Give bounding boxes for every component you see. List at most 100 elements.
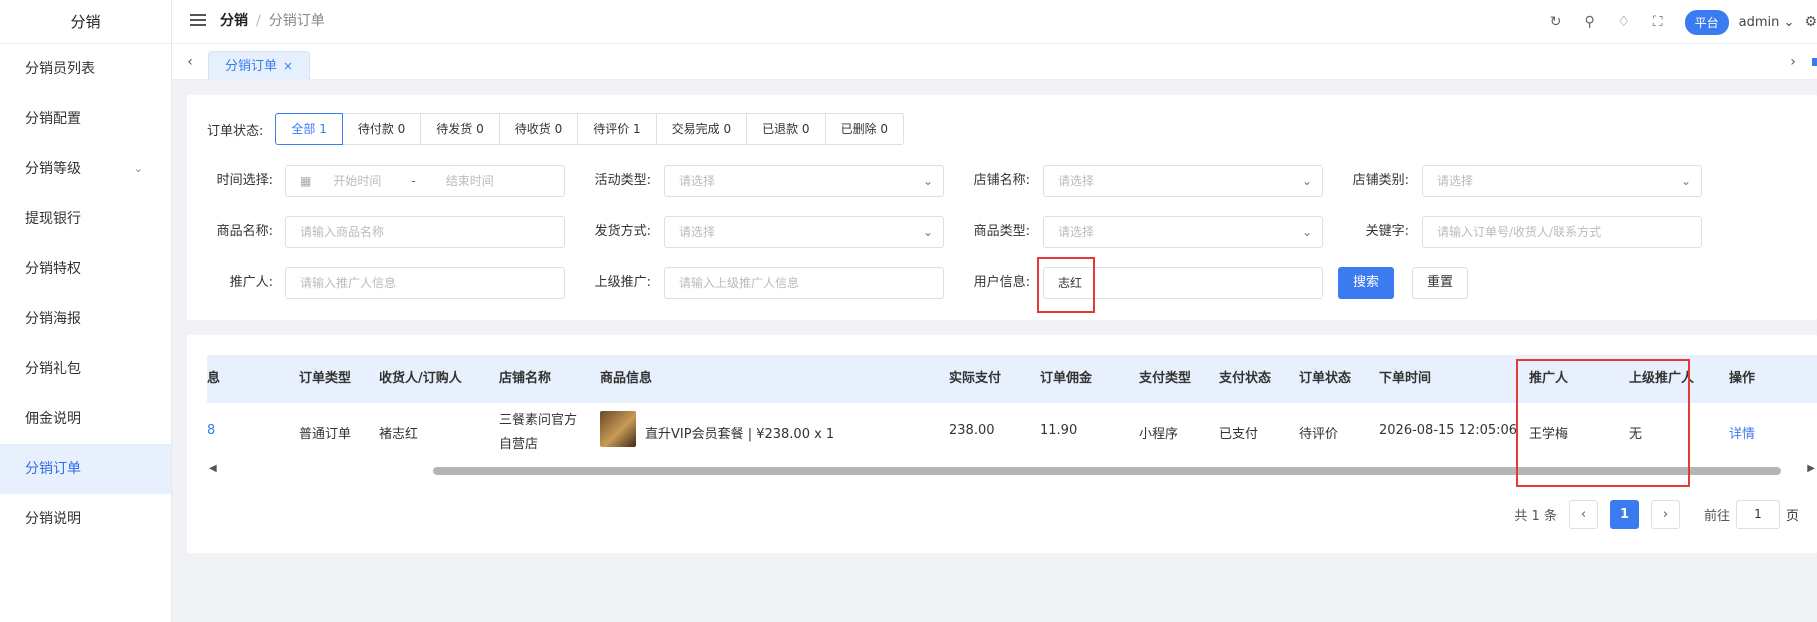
order-number-cell[interactable]: 8 bbox=[207, 423, 215, 438]
next-page-button[interactable]: › bbox=[1650, 500, 1680, 529]
shipping-method-label: 发货方式: bbox=[594, 224, 651, 239]
sidebar-item-distributor-list[interactable]: 分销员列表 bbox=[0, 44, 171, 94]
column-header: 支付类型 bbox=[1139, 371, 1192, 386]
sidebar-item-poster[interactable]: 分销海报 bbox=[0, 294, 171, 344]
column-header: 订单状态 bbox=[1299, 371, 1352, 386]
search-button[interactable]: 搜索 bbox=[1338, 267, 1394, 299]
breadcrumb-separator: / bbox=[256, 13, 261, 29]
scroll-right-icon[interactable]: ▶ bbox=[1807, 463, 1815, 474]
highlight-box bbox=[1516, 359, 1690, 487]
filter-panel: 订单状态: 全部 1 待付款 0 待发货 0 待收货 0 待评价 1 交易完成 … bbox=[187, 95, 1817, 320]
keyword-label: 关键字: bbox=[1365, 224, 1409, 239]
date-range-picker[interactable]: ▦ 开始时间 - 结束时间 bbox=[285, 165, 565, 197]
upper-promoter-input[interactable]: 请输入上级推广人信息 bbox=[664, 267, 944, 299]
product-name-input[interactable]: 请输入商品名称 bbox=[285, 216, 565, 248]
status-option-completed[interactable]: 交易完成 0 bbox=[656, 113, 748, 145]
order-type-cell: 普通订单 bbox=[299, 427, 352, 442]
chevron-left-icon: ‹ bbox=[1580, 507, 1587, 522]
chevron-left-icon[interactable]: ‹ bbox=[180, 44, 200, 80]
sidebar-item-gift[interactable]: 分销礼包 bbox=[0, 344, 171, 394]
pay-status-cell: 已支付 bbox=[1219, 427, 1259, 442]
status-option-refunded[interactable]: 已退款 0 bbox=[747, 113, 826, 145]
column-header: 收货人/订购人 bbox=[379, 371, 462, 386]
chevron-right-icon[interactable]: › bbox=[1783, 44, 1803, 80]
goto-label: 前往 bbox=[1703, 509, 1730, 524]
tab-distribution-orders[interactable]: 分销订单 × bbox=[208, 51, 311, 80]
status-option-unreceived[interactable]: 待收货 0 bbox=[499, 113, 579, 145]
fullscreen-icon[interactable]: ⛶ bbox=[1641, 14, 1675, 30]
status-option-unreviewed[interactable]: 待评价 1 bbox=[578, 113, 657, 145]
user-name: admin bbox=[1738, 14, 1780, 30]
column-header: 订单类型 bbox=[299, 371, 352, 386]
sidebar-item-level[interactable]: 分销等级 ⌄ bbox=[0, 144, 171, 194]
page-unit-label: 页 bbox=[1785, 509, 1799, 524]
page-number-button[interactable]: 1 bbox=[1609, 500, 1639, 529]
refresh-icon[interactable]: ↻ bbox=[1539, 14, 1573, 30]
shop-name-select[interactable]: 请选择 ⌄ bbox=[1043, 165, 1323, 197]
reset-button[interactable]: 重置 bbox=[1412, 267, 1468, 299]
user-menu[interactable]: admin ⌄ bbox=[1739, 15, 1795, 30]
order-status-cell: 待评价 bbox=[1299, 427, 1339, 442]
sidebar-item-config[interactable]: 分销配置 bbox=[0, 94, 171, 144]
chevron-right-icon: › bbox=[1662, 507, 1669, 522]
goto-page-input[interactable]: 1 bbox=[1735, 500, 1780, 529]
close-icon[interactable]: × bbox=[283, 59, 293, 73]
shop-category-label: 店铺类别: bbox=[1352, 173, 1409, 188]
select-placeholder: 请选择 bbox=[1437, 174, 1474, 188]
sidebar-item-label: 分销员列表 bbox=[25, 61, 95, 77]
gear-icon[interactable]: ⚙ bbox=[1804, 14, 1817, 30]
platform-button[interactable]: 平台 bbox=[1684, 9, 1729, 35]
breadcrumb-item[interactable]: 分销 bbox=[220, 13, 248, 29]
calendar-icon: ▦ bbox=[300, 174, 312, 188]
top-header: 分销 / 分销订单 ↻ ⚲ ♢ ⛶ 平台 admin ⌄ ⚙ bbox=[172, 0, 1817, 44]
sidebar: 分销 分销员列表 分销配置 分销等级 ⌄ 提现银行 分销特权 分销海报 分销礼包 … bbox=[0, 0, 172, 622]
highlight-box bbox=[1037, 257, 1095, 313]
input-placeholder: 请输入订单号/收货人/联系方式 bbox=[1437, 225, 1602, 239]
keyword-input[interactable]: 请输入订单号/收货人/联系方式 bbox=[1422, 216, 1702, 248]
chevron-down-icon: ⌄ bbox=[1680, 174, 1691, 188]
status-option-unpaid[interactable]: 待付款 0 bbox=[342, 113, 422, 145]
select-placeholder: 请选择 bbox=[679, 225, 716, 239]
sidebar-item-label: 佣金说明 bbox=[25, 411, 81, 427]
status-option-unshipped[interactable]: 待发货 0 bbox=[421, 113, 500, 145]
detail-link[interactable]: 详情 bbox=[1729, 423, 1755, 442]
tabs-bar: ‹ 分销订单 × › bbox=[172, 44, 1817, 80]
scroll-left-icon[interactable]: ◀ bbox=[209, 463, 217, 474]
bell-icon[interactable]: ♢ bbox=[1607, 14, 1641, 30]
order-time-cell: 2026-08-15 12:05:06 bbox=[1379, 423, 1518, 438]
order-status-row: 订单状态: 全部 1 待付款 0 待发货 0 待收货 0 待评价 1 交易完成 … bbox=[207, 113, 905, 145]
chevron-down-icon: ⌄ bbox=[1301, 174, 1312, 188]
status-option-all[interactable]: 全部 1 bbox=[275, 113, 343, 145]
sidebar-item-distribution-desc[interactable]: 分销说明 bbox=[0, 494, 171, 544]
menu-toggle-icon[interactable] bbox=[190, 14, 206, 28]
sidebar-item-commission-desc[interactable]: 佣金说明 bbox=[0, 394, 171, 444]
search-icon[interactable]: ⚲ bbox=[1573, 14, 1607, 30]
promoter-input[interactable]: 请输入推广人信息 bbox=[285, 267, 565, 299]
filter-row: 商品名称: 请输入商品名称 发货方式: 请选择 ⌄ 商品类型: 请选择 ⌄ 关键字:… bbox=[187, 216, 1817, 250]
commission-cell: 11.90 bbox=[1040, 423, 1078, 438]
select-placeholder: 请选择 bbox=[1058, 174, 1095, 188]
sidebar-item-label: 分销配置 bbox=[25, 111, 81, 127]
input-placeholder: 请输入商品名称 bbox=[300, 225, 385, 239]
sidebar-item-privilege[interactable]: 分销特权 bbox=[0, 244, 171, 294]
column-header: 店铺名称 bbox=[499, 371, 552, 386]
orders-table-panel: 息 订单类型 收货人/订购人 店铺名称 商品信息 实际支付 订单佣金 支付类型 … bbox=[187, 335, 1817, 553]
product-type-select[interactable]: 请选择 ⌄ bbox=[1043, 216, 1323, 248]
status-option-deleted[interactable]: 已删除 0 bbox=[825, 113, 905, 145]
shipping-method-select[interactable]: 请选择 ⌄ bbox=[664, 216, 944, 248]
breadcrumb-item: 分销订单 bbox=[268, 13, 325, 29]
shop-category-select[interactable]: 请选择 ⌄ bbox=[1422, 165, 1702, 197]
select-placeholder: 请选择 bbox=[679, 174, 716, 188]
chevron-down-icon: ⌄ bbox=[922, 174, 933, 188]
sidebar-item-bank[interactable]: 提现银行 bbox=[0, 194, 171, 244]
time-label: 时间选择: bbox=[216, 173, 273, 188]
header-actions: ↻ ⚲ ♢ ⛶ 平台 admin ⌄ ⚙ bbox=[1539, 0, 1817, 44]
column-header: 实际支付 bbox=[949, 371, 1002, 386]
filter-row: 时间选择: ▦ 开始时间 - 结束时间 活动类型: 请选择 ⌄ 店铺名称: 请选择 ⌄ 店… bbox=[187, 165, 1817, 199]
column-header: 操作 bbox=[1729, 371, 1756, 386]
activity-type-select[interactable]: 请选择 ⌄ bbox=[664, 165, 944, 197]
product-name-label: 商品名称: bbox=[216, 224, 273, 239]
tabs-menu-icon[interactable] bbox=[1812, 58, 1817, 66]
prev-page-button[interactable]: ‹ bbox=[1568, 500, 1598, 529]
sidebar-item-orders[interactable]: 分销订单 bbox=[0, 444, 171, 494]
